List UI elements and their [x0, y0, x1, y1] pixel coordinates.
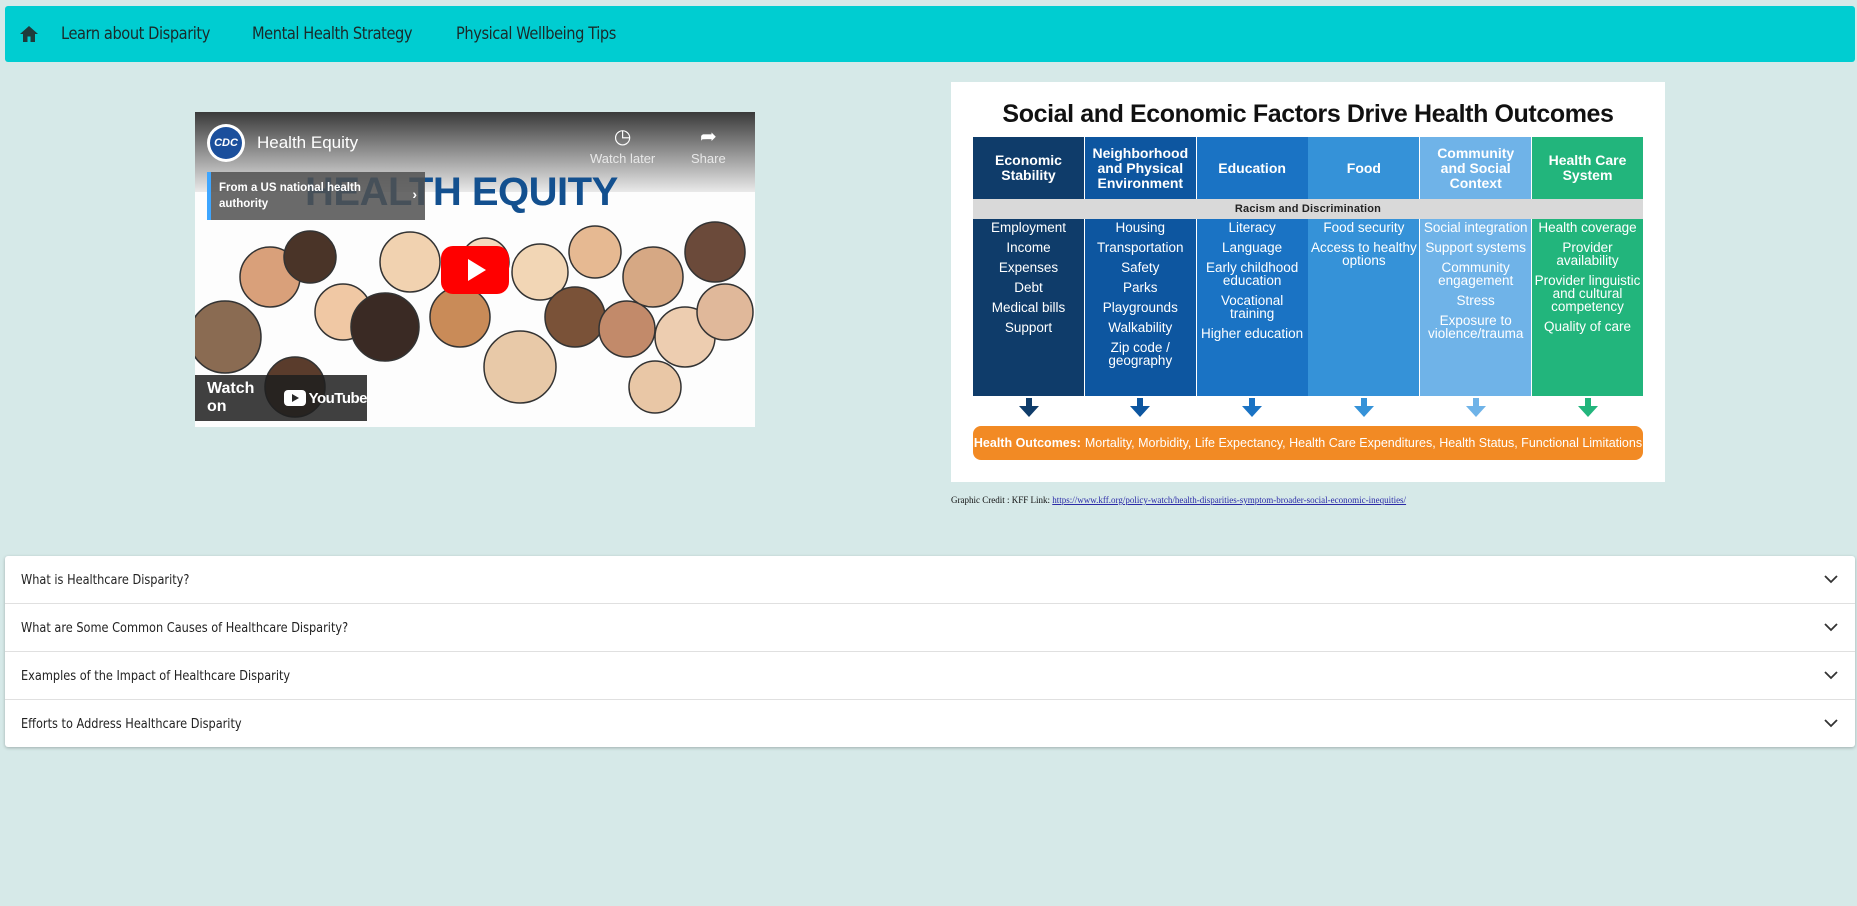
youtube-logo: YouTube [283, 390, 368, 407]
faq-accordion: What is Healthcare Disparity? What are S… [5, 556, 1855, 747]
column-item: Walkability [1108, 320, 1173, 335]
infographic-columns: Economic Stability Employment Income Expens… [973, 137, 1643, 396]
channel-logo[interactable]: CDC [207, 124, 245, 162]
column-item: Quality of care [1543, 319, 1632, 334]
column-item: Higher education [1201, 326, 1304, 341]
youtube-video-embed[interactable]: HEALTH EQUITY CDC Health Equity ◷ Watch … [195, 112, 755, 427]
nav-mental-health-strategy[interactable]: Mental Health Strategy [252, 24, 413, 44]
accordion-item-impact-examples[interactable]: Examples of the Impact of Healthcare Dis… [5, 651, 1855, 699]
nav-learn-about-disparity[interactable]: Learn about Disparity [61, 24, 210, 44]
column-item: Parks [1123, 280, 1158, 295]
column-items: Health coverage Provider availability Prov… [1532, 221, 1643, 340]
chevron-down-icon [1823, 668, 1839, 684]
column-item: Literacy [1228, 220, 1276, 235]
column-item: Support systems [1425, 240, 1526, 255]
share-icon: ➦ [699, 126, 717, 148]
column-header: Community and Social Context [1437, 144, 1515, 191]
racism-discrimination-bar: Racism and Discrimination [973, 199, 1643, 219]
home-icon[interactable] [17, 22, 41, 46]
column-items: Literacy Language Early childhood educatio… [1197, 221, 1308, 347]
infographic-column: Education Literacy Language Early childhood… [1196, 137, 1308, 396]
infographic-title: Social and Economic Factors Drive Health… [1002, 100, 1614, 128]
column-items: Food security Access to healthy options [1308, 221, 1419, 274]
health-outcomes-bar: Health Outcomes: Mortality, Morbidity, L… [973, 426, 1643, 460]
nav-physical-wellbeing-tips[interactable]: Physical Wellbeing Tips [456, 24, 616, 44]
column-item: Food security [1323, 220, 1405, 235]
column-item: Early childhood education [1205, 260, 1299, 288]
column-item: Expenses [998, 260, 1059, 275]
column-header: Economic Stability [995, 152, 1062, 183]
column-item: Health coverage [1538, 220, 1637, 235]
column-items: Housing Transportation Safety Parks Playgrou… [1085, 221, 1196, 374]
infographic-column: Community and Social Context Social integ… [1420, 137, 1532, 396]
column-items: Social integration Support systems Communi… [1420, 221, 1531, 347]
column-header: Education [1218, 159, 1286, 176]
column-item: Community engagement [1438, 260, 1514, 288]
column-item: Zip code / geography [1108, 340, 1173, 368]
accordion-item-what-is[interactable]: What is Healthcare Disparity? [5, 556, 1855, 603]
infographic-column: Health Care System Health coverage Provide… [1532, 137, 1643, 396]
authority-badge[interactable]: From a US national health authority › [207, 172, 425, 220]
social-economic-factors-infographic: Social and Economic Factors Drive Health… [951, 82, 1665, 482]
play-button[interactable] [441, 246, 509, 294]
column-item: Social integration [1423, 220, 1528, 235]
column-item: Vocational training [1220, 293, 1284, 321]
column-item: Debt [1014, 280, 1043, 295]
chevron-down-icon [1823, 716, 1839, 732]
infographic-column: Neighborhood and Physical Environment Hou… [1084, 137, 1196, 396]
column-header: Neighborhood and Physical Environment [1092, 144, 1189, 191]
column-item: Stress [1456, 293, 1495, 308]
column-item: Access to healthy options [1310, 240, 1417, 268]
column-item: Playgrounds [1102, 300, 1178, 315]
watch-later-button[interactable]: ◷ Watch later [590, 124, 655, 166]
column-header: Food [1346, 159, 1381, 176]
video-title[interactable]: Health Equity [257, 133, 358, 153]
kff-credit-link[interactable]: https://www.kff.org/policy-watch/health-… [1052, 495, 1406, 505]
watch-on-youtube-button[interactable]: Watch on YouTube [195, 375, 368, 421]
column-item: Provider linguistic and cultural compete… [1534, 273, 1641, 314]
accordion-item-efforts[interactable]: Efforts to Address Healthcare Disparity [5, 699, 1855, 747]
share-button[interactable]: ➦ Share [691, 124, 726, 166]
chevron-down-icon [1823, 620, 1839, 636]
play-icon [468, 259, 486, 281]
infographic-column: Economic Stability Employment Income Expens… [973, 137, 1084, 396]
chevron-right-icon: › [412, 186, 417, 202]
column-item: Housing [1115, 220, 1166, 235]
column-item: Medical bills [991, 300, 1066, 315]
top-navbar: Learn about Disparity Mental Health Stra… [5, 6, 1855, 62]
chevron-down-icon [1823, 572, 1839, 588]
column-item: Income [1006, 240, 1051, 255]
column-item: Transportation [1097, 240, 1184, 255]
graphic-credit: Graphic Credit : KFF Link: https://www.k… [951, 495, 1407, 505]
column-header: Health Care System [1548, 152, 1627, 183]
accordion-item-common-causes[interactable]: What are Some Common Causes of Healthcar… [5, 603, 1855, 651]
column-items: Employment Income Expenses Debt Medical bill… [973, 221, 1084, 341]
column-item: Employment [990, 220, 1067, 235]
column-item: Support [1004, 320, 1053, 335]
clock-icon: ◷ [613, 126, 632, 148]
column-item: Exposure to violence/trauma [1428, 313, 1524, 341]
infographic-column: Food Food security Access to healthy optio… [1308, 137, 1420, 396]
column-item: Provider availability [1556, 240, 1619, 268]
column-item: Language [1222, 240, 1283, 255]
column-item: Safety [1121, 260, 1160, 275]
